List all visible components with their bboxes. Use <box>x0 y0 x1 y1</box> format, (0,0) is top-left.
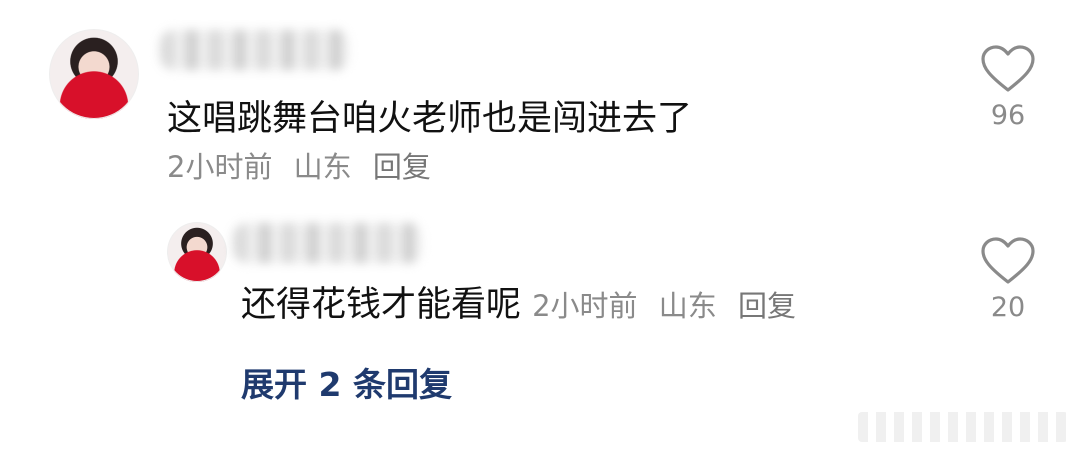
reply-avatar[interactable] <box>167 222 227 282</box>
reply-like-button[interactable]: 20 <box>968 236 1048 321</box>
reply-text: 还得花钱才能看呢 <box>241 285 522 325</box>
reply-like-count: 20 <box>990 292 1026 323</box>
heart-outline-icon <box>981 45 1035 92</box>
reply-username-blurred[interactable] <box>233 223 423 263</box>
reply-row: 还得花钱才能看呢 2小时前 山东 回复 <box>241 288 808 323</box>
reply-reply-button[interactable]: 回复 <box>738 289 796 323</box>
expand-replies-button[interactable]: 展开 2 条回复 <box>241 368 452 401</box>
comment-like-count: 96 <box>990 100 1026 131</box>
comment-meta: 2小时前 山东 回复 <box>167 153 443 182</box>
reply-meta: 2小时前 山东 回复 <box>532 289 808 323</box>
comment-location: 山东 <box>293 150 352 184</box>
reply-time: 2小时前 <box>532 289 638 323</box>
comment-reply-button[interactable]: 回复 <box>373 150 431 184</box>
watermark <box>858 412 1068 442</box>
comment-avatar[interactable] <box>49 29 139 119</box>
comment-time: 2小时前 <box>167 150 273 184</box>
comment-text: 这唱跳舞台咱火老师也是闯进去了 <box>167 99 693 139</box>
comment-like-button[interactable]: 96 <box>968 44 1048 129</box>
heart-outline-icon <box>981 237 1035 284</box>
comment-username-blurred[interactable] <box>160 30 350 70</box>
reply-location: 山东 <box>658 289 717 323</box>
